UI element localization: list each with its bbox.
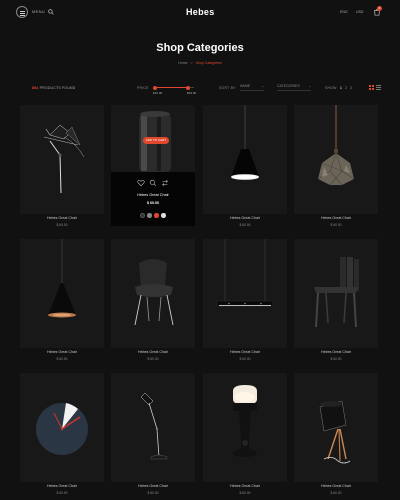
search-icon[interactable] — [48, 9, 54, 15]
site-header: MENU Hebes ENG USD 0 — [0, 0, 400, 26]
product-price: $ 60.00 — [147, 357, 159, 361]
product-price: $ 60.00 — [330, 357, 342, 361]
product-image-slatted-chair[interactable] — [294, 239, 378, 348]
product-name[interactable]: Hebes Great Chair — [294, 350, 378, 354]
product-image-shell-chair[interactable] — [111, 239, 195, 348]
chevron-down-icon: ⌄ — [308, 84, 311, 88]
product-image-pendant-copper[interactable] — [20, 239, 104, 348]
product-card[interactable] — [294, 239, 378, 348]
product-price: $ 60.00 — [239, 357, 251, 361]
page-title: Shop Categories — [156, 42, 244, 54]
product-image-floor-lamp[interactable] — [111, 373, 195, 482]
breadcrumb-current: Shop Categories — [195, 61, 222, 65]
product-price: $ 60.00 — [56, 357, 68, 361]
product-card[interactable] — [111, 239, 195, 348]
product-price: $ 60.00 — [239, 491, 251, 495]
compare-icon[interactable] — [161, 179, 169, 187]
product-card[interactable] — [20, 373, 104, 482]
category-select[interactable]: CATEGORIES ⌄ — [277, 84, 311, 91]
show-label: SHOW — [325, 86, 337, 90]
grid-view-icon[interactable] — [369, 85, 374, 90]
show-option-2[interactable]: 2 — [345, 86, 347, 90]
chevron-down-icon: ⌄ — [261, 84, 264, 88]
product-actions — [111, 179, 195, 187]
quick-view-name[interactable]: Hebes Great Chair — [111, 193, 195, 197]
sort-value: NAME — [240, 84, 251, 88]
product-price: $ 60.00 — [239, 223, 251, 227]
product-image-wall-clock[interactable] — [20, 373, 104, 482]
products-found: 864 PRODUCTS FOUND — [32, 86, 76, 90]
cart-count-badge: 0 — [377, 6, 382, 11]
product-name[interactable]: Hebes Great Chair — [20, 484, 104, 488]
product-price: $ 60.00 — [56, 491, 68, 495]
price-filter-label: PRICE — [137, 86, 149, 90]
category-value: CATEGORIES — [277, 84, 300, 88]
list-view-icon[interactable] — [376, 85, 381, 90]
product-name[interactable]: Hebes Great Chair — [294, 484, 378, 488]
product-price: $ 60.00 — [330, 491, 342, 495]
product-card[interactable] — [203, 105, 287, 214]
product-card[interactable] — [294, 373, 378, 482]
show-option-1[interactable]: 1 — [340, 86, 342, 90]
product-card[interactable] — [294, 105, 378, 214]
product-price: $ 60.00 — [147, 491, 159, 495]
menu-icon[interactable] — [16, 6, 28, 18]
products-found-count: 864 — [32, 86, 39, 90]
color-swatch[interactable] — [154, 213, 159, 218]
product-card[interactable] — [203, 239, 287, 348]
product-name[interactable]: Hebes Great Chair — [294, 216, 378, 220]
menu-label[interactable]: MENU — [32, 9, 45, 14]
filter-bar: 864 PRODUCTS FOUND PRICE $10.00 $99.00 S… — [0, 80, 400, 98]
breadcrumb: Home > Shop Categories — [178, 61, 222, 65]
show-option-3[interactable]: 3 — [350, 86, 352, 90]
search-icon[interactable] — [149, 179, 157, 187]
heart-icon[interactable] — [137, 179, 145, 187]
product-quick-view-panel: Hebes Great Chair $ 60.00 — [111, 172, 195, 226]
sort-label: SORT BY — [219, 86, 236, 90]
quick-view-price: $ 60.00 — [147, 201, 159, 205]
product-price: $ 60.00 — [330, 223, 342, 227]
color-swatch[interactable] — [140, 213, 145, 218]
product-image-table-lamp[interactable] — [203, 373, 287, 482]
product-image-linear-pendant[interactable] — [203, 239, 287, 348]
product-name[interactable]: Hebes Great Chair — [203, 216, 287, 220]
currency-selector[interactable]: USD — [356, 10, 363, 14]
product-card[interactable] — [20, 239, 104, 348]
product-price: $ 60.00 — [56, 223, 68, 227]
color-swatch[interactable] — [161, 213, 166, 218]
product-name[interactable]: Hebes Great Chair — [111, 350, 195, 354]
price-range-slider[interactable] — [153, 85, 194, 90]
language-selector[interactable]: ENG — [340, 10, 348, 14]
product-card[interactable] — [20, 105, 104, 214]
products-found-label: PRODUCTS FOUND — [39, 86, 76, 90]
price-max-handle[interactable] — [185, 85, 190, 90]
price-max-value: $99.00 — [187, 91, 197, 95]
product-card[interactable] — [203, 373, 287, 482]
product-name[interactable]: Hebes Great Chair — [203, 350, 287, 354]
site-logo[interactable]: Hebes — [186, 7, 214, 17]
price-min-value: $10.00 — [153, 91, 163, 95]
breadcrumb-home[interactable]: Home — [178, 61, 187, 65]
product-image-tripod-lamp[interactable] — [294, 373, 378, 482]
color-swatch[interactable] — [147, 213, 152, 218]
product-card[interactable] — [111, 373, 195, 482]
price-min-handle[interactable] — [153, 85, 158, 90]
product-image-pendant-stone[interactable] — [294, 105, 378, 214]
add-to-cart-button[interactable]: ADD TO CART — [143, 137, 169, 144]
product-name[interactable]: Hebes Great Chair — [20, 216, 104, 220]
product-name[interactable]: Hebes Great Chair — [203, 484, 287, 488]
product-name[interactable]: Hebes Great Chair — [20, 350, 104, 354]
sort-select[interactable]: NAME ⌄ — [240, 84, 264, 91]
product-name[interactable]: Hebes Great Chair — [111, 484, 195, 488]
price-range-fill — [155, 87, 188, 88]
product-image-desk-lamp[interactable] — [20, 105, 104, 214]
product-image-pendant-cone[interactable] — [203, 105, 287, 214]
